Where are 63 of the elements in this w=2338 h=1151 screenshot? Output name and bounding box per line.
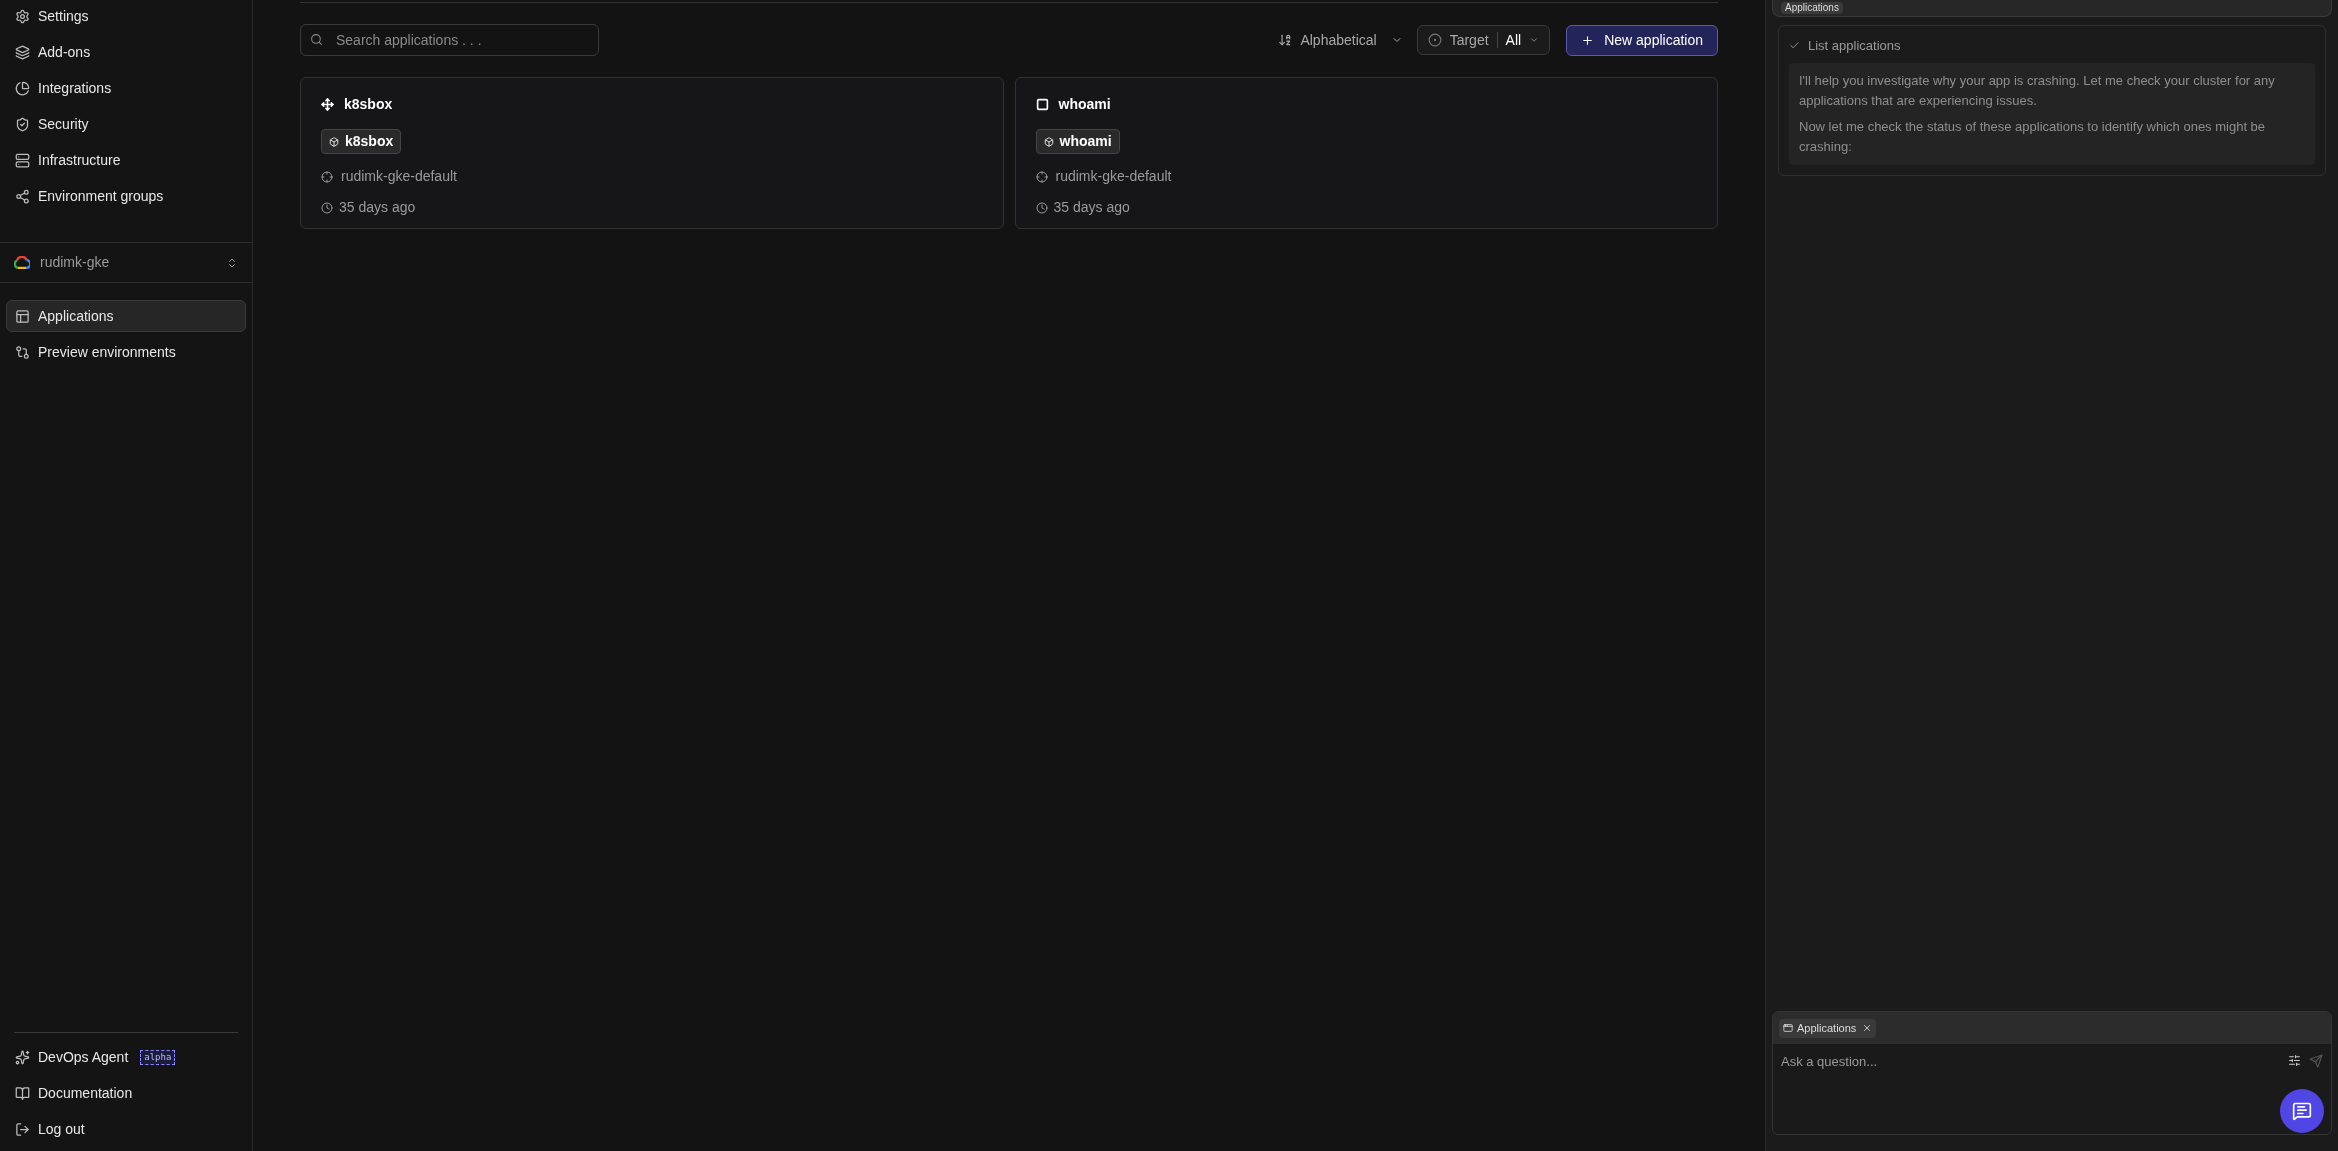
nav-icon <box>15 188 30 204</box>
nav-icon <box>15 1121 30 1137</box>
service-chip: whoami <box>1035 129 1120 154</box>
sidebar-item[interactable]: Environment groups <box>6 180 246 212</box>
environment-name: rudimk-gke-default <box>1055 167 1172 186</box>
application-card[interactable]: k8sbox k8sbox rudimk-gke-default 35 days ago <box>300 77 1004 229</box>
sidebar-item[interactable]: Integrations <box>6 72 246 104</box>
sort-icon <box>1278 33 1293 47</box>
app-icon <box>321 98 334 111</box>
agent-message: Now let me check the status of these applications to identify which ones might be crashing: <box>1799 117 2267 156</box>
cube-icon <box>329 136 339 147</box>
clock-icon <box>1035 201 1048 214</box>
nav-icon <box>15 344 30 360</box>
settings-icon[interactable] <box>2288 1054 2301 1067</box>
created-time: 35 days ago <box>1053 198 1130 217</box>
sidebar-item[interactable]: Security <box>6 108 246 140</box>
step-label: List applications <box>1808 37 1901 55</box>
sidebar-item[interactable]: Log out <box>6 1113 246 1145</box>
chevron-icon <box>1529 35 1540 45</box>
sidebar-item[interactable]: Preview environments <box>6 336 246 368</box>
application-card[interactable]: whoami whoami rudimk-gke-default 35 days ago <box>1014 77 1718 229</box>
target-icon <box>1427 33 1442 47</box>
nav-icon <box>15 44 30 60</box>
nav-icon <box>15 8 30 24</box>
sidebar-item[interactable]: Applications <box>6 300 246 332</box>
sidebar-item[interactable]: DevOps Agent alpha <box>6 1041 246 1073</box>
nav-icon <box>15 116 30 132</box>
target-filter[interactable]: Target All <box>1416 25 1551 55</box>
selector-icon[interactable] <box>226 256 238 269</box>
app-name: whoami <box>1058 95 1111 114</box>
alpha-badge: alpha <box>140 1049 176 1065</box>
nav-icon <box>15 1049 30 1065</box>
search-field[interactable]: Search applications . . . <box>300 24 599 56</box>
app-icon <box>1035 98 1049 111</box>
environment-icon <box>1035 170 1048 183</box>
nav-icon <box>15 308 30 324</box>
nav-icon <box>15 152 30 168</box>
sidebar-item[interactable]: Add-ons <box>6 36 246 68</box>
environment-icon <box>321 170 333 183</box>
cluster-name[interactable]: rudimk-gke <box>40 252 216 273</box>
created-time: 35 days ago <box>339 198 416 217</box>
nav-icon <box>15 80 30 96</box>
sidebar-item[interactable]: Documentation <box>6 1077 246 1109</box>
window-icon <box>1783 1023 1793 1033</box>
cube-icon <box>1043 136 1054 147</box>
app-name: k8sbox <box>344 95 393 114</box>
sort-dropdown[interactable]: Alphabetical <box>1278 29 1403 51</box>
chat-icon <box>2292 1101 2312 1121</box>
context-chip: Applications <box>1781 2 1843 14</box>
service-chip: k8sbox <box>321 129 402 154</box>
plus-icon <box>1581 33 1595 47</box>
new-application-button[interactable]: New application <box>1566 24 1718 56</box>
agent-message: I'll help you investigate why your app is crashing. Let me check your cluster for any applications that are experiencing issues. <box>1799 71 2276 110</box>
nav-icon <box>15 1085 30 1101</box>
cloud-logo-icon <box>14 256 30 269</box>
sidebar-item[interactable]: Settings <box>6 0 246 32</box>
question-input[interactable]: Ask a question... <box>1781 1052 2288 1072</box>
environment-name: rudimk-gke-default <box>341 167 457 186</box>
sidebar-item[interactable]: Infrastructure <box>6 144 246 176</box>
context-chip[interactable]: Applications <box>1779 1018 1877 1038</box>
close-icon[interactable] <box>1862 1023 1873 1033</box>
search-icon <box>310 33 323 46</box>
clock-icon <box>321 201 333 214</box>
